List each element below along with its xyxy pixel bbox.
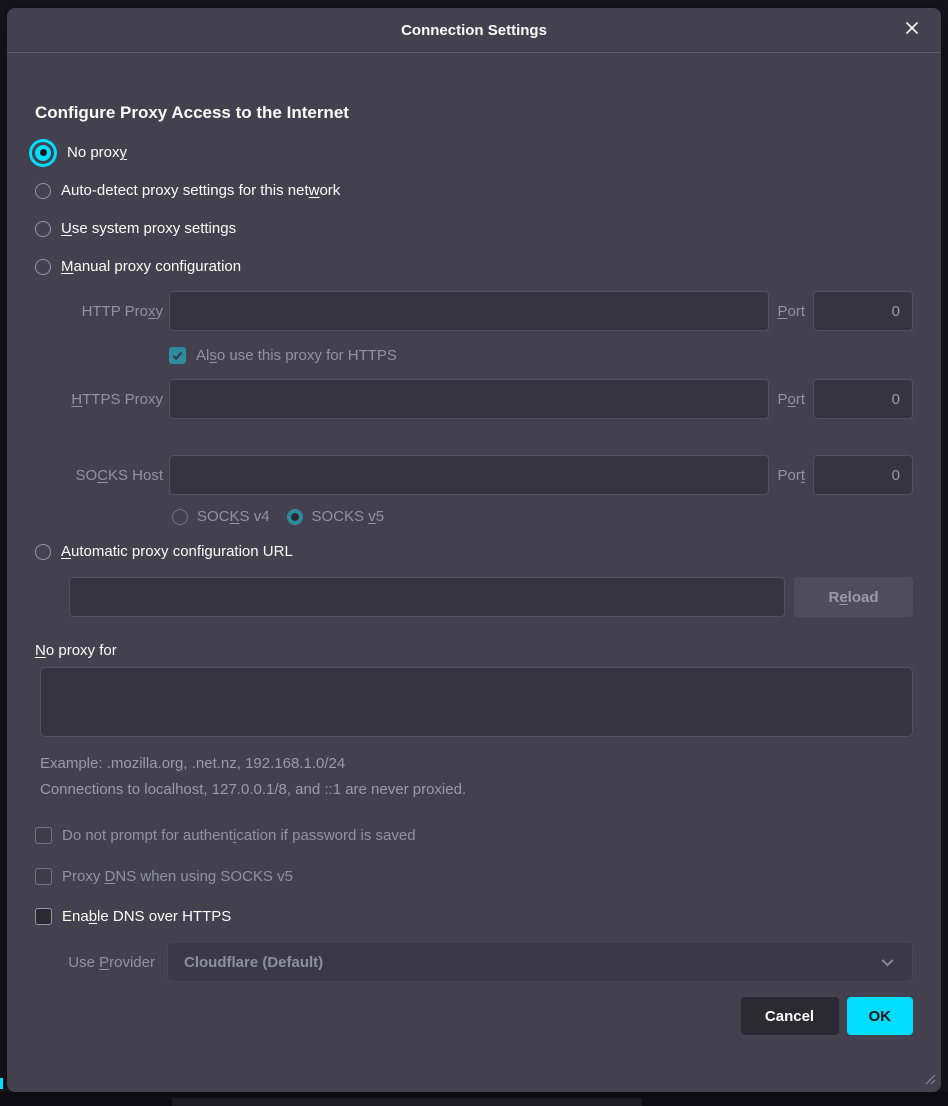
- socks-host-label: SOCKS Host: [35, 467, 169, 484]
- ok-button-label: OK: [869, 1008, 892, 1025]
- radio-selected-icon: [287, 509, 303, 525]
- radio-socks-v4[interactable]: SOCKS v4: [172, 508, 270, 525]
- cancel-button[interactable]: Cancel: [741, 997, 839, 1035]
- checkbox-proxy-dns-label: Proxy DNS when using SOCKS v5: [62, 868, 293, 885]
- https-proxy-input[interactable]: [169, 379, 769, 419]
- radio-auto-detect-label: Auto-detect proxy settings for this netw…: [61, 182, 340, 199]
- checkbox-checked-icon: [169, 347, 186, 364]
- chevron-down-icon: [879, 954, 896, 971]
- radio-manual-proxy-label: Manual proxy configuration: [61, 258, 241, 275]
- socks-port-input[interactable]: [813, 455, 913, 495]
- dialog-actions: Cancel OK: [35, 997, 913, 1035]
- radio-selected-icon: [35, 145, 51, 161]
- radio-auto-detect[interactable]: Auto-detect proxy settings for this netw…: [35, 177, 913, 204]
- close-button[interactable]: [899, 17, 925, 43]
- ok-button[interactable]: OK: [847, 997, 914, 1035]
- page-title: Configure Proxy Access to the Internet: [35, 103, 913, 123]
- checkbox-no-auth-prompt-label: Do not prompt for authentication if pass…: [62, 827, 416, 844]
- radio-unselected-icon: [35, 544, 51, 560]
- radio-unselected-icon: [35, 259, 51, 275]
- http-port-input[interactable]: [813, 291, 913, 331]
- radio-autoconfig-label: Automatic proxy configuration URL: [61, 543, 293, 560]
- connection-settings-dialog: Connection Settings Configure Proxy Acce…: [7, 8, 941, 1092]
- autoconfig-row: Reload: [69, 577, 913, 617]
- no-proxy-for-textarea[interactable]: [40, 667, 913, 737]
- provider-select-value: Cloudflare (Default): [184, 954, 323, 971]
- bypass-example-text: Example: .mozilla.org, .net.nz, 192.168.…: [40, 755, 913, 772]
- http-proxy-row: HTTP Proxy Port: [35, 291, 913, 331]
- radio-unselected-icon: [35, 221, 51, 237]
- https-proxy-label: HTTPS Proxy: [35, 391, 169, 408]
- http-port-label: Port: [777, 303, 805, 320]
- socks-host-input[interactable]: [169, 455, 769, 495]
- resize-grip-icon[interactable]: [922, 1071, 936, 1089]
- share-proxy-label: Also use this proxy for HTTPS: [196, 347, 397, 364]
- checkbox-enable-doh[interactable]: Enable DNS over HTTPS: [35, 908, 913, 925]
- background-accent-sliver: [0, 1078, 3, 1089]
- https-port-input[interactable]: [813, 379, 913, 419]
- provider-select[interactable]: Cloudflare (Default): [167, 942, 913, 982]
- radio-unselected-icon: [172, 509, 188, 525]
- checkbox-unchecked-icon: [35, 868, 52, 885]
- checkbox-enable-doh-label: Enable DNS over HTTPS: [62, 908, 231, 925]
- autoconfig-url-input[interactable]: [69, 577, 785, 617]
- checkbox-unchecked-icon: [35, 827, 52, 844]
- dialog-titlebar: Connection Settings: [7, 8, 941, 53]
- dialog-title: Connection Settings: [401, 22, 547, 39]
- radio-system-proxy[interactable]: Use system proxy settings: [35, 215, 913, 242]
- radio-unselected-icon: [35, 183, 51, 199]
- radio-socks-v5-label: SOCKS v5: [312, 508, 385, 525]
- reload-button-label: Reload: [828, 589, 878, 606]
- radio-no-proxy-label: No proxy: [67, 144, 127, 161]
- socks-port-label: Port: [777, 467, 805, 484]
- radio-socks-v5[interactable]: SOCKS v5: [287, 508, 385, 525]
- use-provider-label: Use Provider: [35, 954, 167, 971]
- https-port-label: Port: [777, 391, 805, 408]
- radio-socks-v4-label: SOCKS v4: [197, 508, 270, 525]
- https-proxy-row: HTTPS Proxy Port: [35, 379, 913, 419]
- checkbox-proxy-dns[interactable]: Proxy DNS when using SOCKS v5: [35, 868, 913, 885]
- radio-no-proxy[interactable]: No proxy: [35, 139, 913, 166]
- close-icon: [903, 19, 921, 41]
- http-proxy-input[interactable]: [169, 291, 769, 331]
- radio-system-proxy-label: Use system proxy settings: [61, 220, 236, 237]
- socks-version-row: SOCKS v4 SOCKS v5: [172, 508, 913, 525]
- bypass-note-text: Connections to localhost, 127.0.0.1/8, a…: [40, 781, 913, 798]
- radio-manual-proxy[interactable]: Manual proxy configuration: [35, 253, 913, 280]
- checkbox-unchecked-icon: [35, 908, 52, 925]
- radio-autoconfig-url[interactable]: Automatic proxy configuration URL: [35, 538, 913, 565]
- background-page-element: [172, 1098, 642, 1106]
- share-proxy-checkbox-row[interactable]: Also use this proxy for HTTPS: [169, 347, 913, 364]
- http-proxy-label: HTTP Proxy: [35, 303, 169, 320]
- socks-host-row: SOCKS Host Port: [35, 455, 913, 495]
- doh-provider-row: Use Provider Cloudflare (Default): [35, 942, 913, 982]
- checkbox-no-auth-prompt[interactable]: Do not prompt for authentication if pass…: [35, 827, 913, 844]
- no-proxy-for-label: No proxy for: [35, 642, 913, 659]
- cancel-button-label: Cancel: [765, 1008, 814, 1025]
- reload-button[interactable]: Reload: [794, 577, 913, 617]
- dialog-content: Configure Proxy Access to the Internet N…: [7, 53, 941, 1035]
